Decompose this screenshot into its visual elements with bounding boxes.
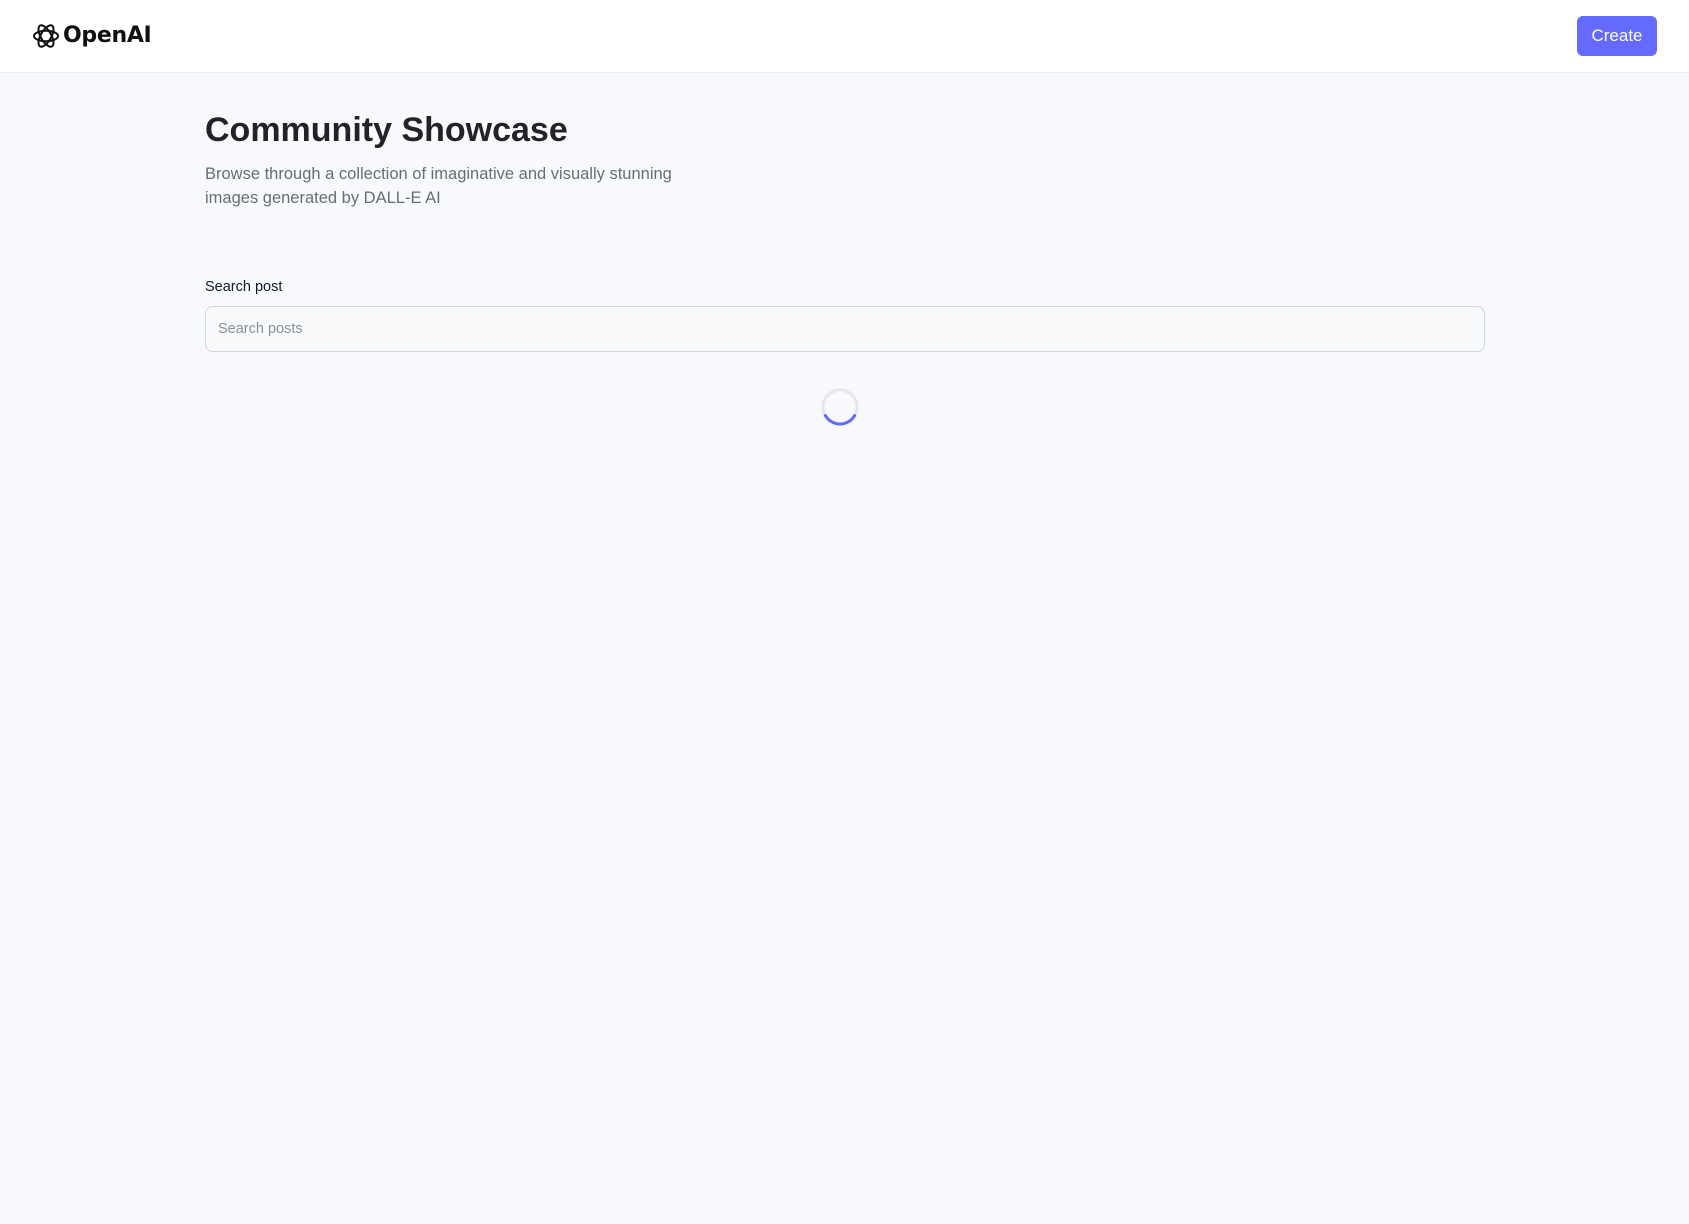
- top-navbar: OpenAI Create: [0, 0, 1689, 73]
- openai-logo-icon: [31, 21, 61, 51]
- search-input[interactable]: [205, 306, 1485, 352]
- logo-link[interactable]: OpenAI: [31, 21, 152, 51]
- logo-text: OpenAI: [63, 23, 152, 48]
- page-title: Community Showcase: [205, 111, 568, 149]
- search-label: Search post: [205, 279, 283, 295]
- loading-spinner: [820, 387, 860, 427]
- page-subtitle: Browse through a collection of imaginati…: [205, 165, 672, 207]
- spinner-icon: [821, 388, 859, 426]
- create-button[interactable]: Create: [1577, 16, 1657, 56]
- main-content: Community Showcase Browse through a coll…: [205, 73, 1485, 352]
